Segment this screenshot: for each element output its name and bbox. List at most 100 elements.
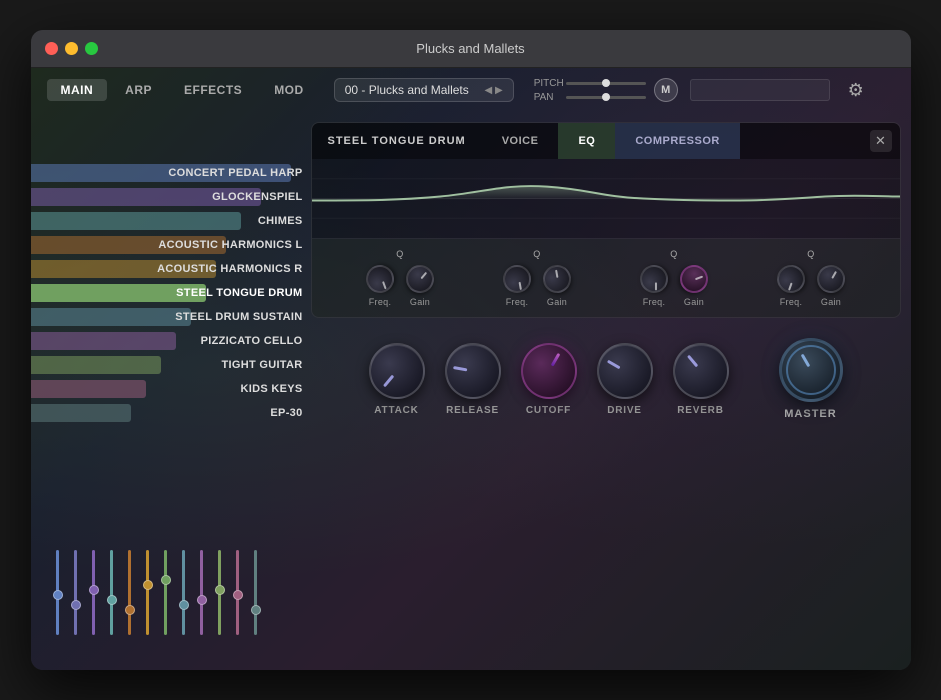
freq-knob[interactable] — [772, 260, 810, 298]
master-label: MASTER — [784, 408, 836, 420]
freq-label: Freq. — [506, 297, 529, 307]
release-knob[interactable] — [445, 343, 501, 399]
main-content: MAIN ARP EFFECTS MOD 00 - Plucks and Mal… — [31, 68, 911, 670]
eq-curve-area — [312, 159, 900, 239]
bottom-controls: ATTACK RELEASE CUTOFF DRIVE REVERB MASTER — [311, 328, 901, 430]
instrument-item-chimes[interactable]: CHIMES — [31, 210, 311, 232]
instrument-name: GLOCKENSPIEL — [212, 191, 302, 203]
preset-navigation-arrows: ◀ ▶ — [485, 85, 503, 96]
instrument-item-concert-pedal-harp[interactable]: CONCERT PEDAL HARP — [31, 162, 311, 184]
instrument-list: CONCERT PEDAL HARP GLOCKENSPIEL CHIMES ACOU… — [31, 112, 311, 670]
main-window: Plucks and Mallets MAIN ARP EFFECTS MOD … — [31, 30, 911, 670]
freq-col: Freq. — [366, 265, 394, 307]
eq-band-1: Q Freq. Gain — [366, 249, 434, 307]
macro-group-reverb: REVERB — [673, 343, 729, 416]
settings-button[interactable]: ⚙ — [842, 76, 870, 104]
macro-group-cutoff: CUTOFF — [521, 343, 577, 416]
m-button[interactable]: M — [654, 78, 678, 102]
freq-knob[interactable] — [503, 265, 531, 293]
instrument-item-acoustic-harmonics-l[interactable]: ACOUSTIC HARMONICS L — [31, 234, 311, 256]
body-area: CONCERT PEDAL HARP GLOCKENSPIEL CHIMES ACOU… — [31, 112, 911, 670]
reverb-knob[interactable] — [673, 343, 729, 399]
tab-mod[interactable]: MOD — [260, 79, 318, 101]
knob-row: Freq. Gain — [777, 265, 845, 307]
instrument-item-steel-tongue-drum[interactable]: STEEL TONGUE DRUM — [31, 282, 311, 304]
knob-row: Freq. Gain — [503, 265, 571, 307]
preset-name: 00 - Plucks and Mallets — [345, 83, 469, 97]
pan-row: PAN — [534, 92, 646, 103]
cutoff-knob[interactable] — [521, 343, 577, 399]
freq-knob[interactable] — [364, 263, 396, 295]
eq-band-3: Q Freq. Gain — [640, 249, 708, 307]
freq-label: Freq. — [643, 297, 666, 307]
name-display — [690, 79, 830, 101]
right-panel: STEEL TONGUE DRUM VOICE EQ COMPRESSOR ✕ — [311, 112, 911, 670]
freq-knob[interactable] — [638, 263, 670, 295]
cutoff-label: CUTOFF — [526, 405, 571, 416]
gain-knob[interactable] — [402, 261, 438, 297]
instrument-name: KIDS KEYS — [241, 383, 303, 395]
gain-col: Gain — [406, 265, 434, 307]
tab-compressor[interactable]: COMPRESSOR — [615, 123, 739, 159]
gain-label: Gain — [547, 297, 567, 307]
q-label: Q — [533, 249, 541, 259]
instrument-item-acoustic-harmonics-r[interactable]: ACOUSTIC HARMONICS R — [31, 258, 311, 280]
drive-knob[interactable] — [597, 343, 653, 399]
instrument-name: TIGHT GUITAR — [222, 359, 303, 371]
instrument-name: CONCERT PEDAL HARP — [168, 167, 302, 179]
pitch-row: PITCH — [534, 78, 646, 89]
pitch-label: PITCH — [534, 78, 560, 89]
instrument-name: STEEL TONGUE DRUM — [176, 287, 302, 299]
attack-label: ATTACK — [374, 405, 418, 416]
preset-selector[interactable]: 00 - Plucks and Mallets ◀ ▶ — [334, 78, 514, 102]
instrument-name: PIZZICATO CELLO — [201, 335, 303, 347]
eq-close-button[interactable]: ✕ — [870, 130, 892, 152]
master-knob[interactable] — [779, 338, 843, 402]
pan-slider[interactable] — [566, 96, 646, 99]
instrument-item-tight-guitar[interactable]: TIGHT GUITAR — [31, 354, 311, 376]
gain-knob[interactable] — [674, 259, 713, 298]
gain-knob[interactable] — [538, 260, 576, 298]
gain-col: Gain — [680, 265, 708, 307]
master-knob-inner — [786, 345, 836, 395]
pitch-slider[interactable] — [566, 82, 646, 85]
knob-row: Freq. Gain — [640, 265, 708, 307]
close-button[interactable] — [45, 42, 58, 55]
instrument-item-ep-30[interactable]: EP-30 — [31, 402, 311, 424]
titlebar: Plucks and Mallets — [31, 30, 911, 68]
freq-col: Freq. — [640, 265, 668, 307]
instrument-item-kids-keys[interactable]: KIDS KEYS — [31, 378, 311, 400]
instrument-item-glockenspiel[interactable]: GLOCKENSPIEL — [31, 186, 311, 208]
knob-row: Freq. Gain — [366, 265, 434, 307]
tab-voice[interactable]: VOICE — [482, 123, 559, 159]
freq-col: Freq. — [777, 265, 805, 307]
tab-effects[interactable]: EFFECTS — [170, 79, 256, 101]
instrument-name: STEEL DRUM SUSTAIN — [175, 311, 302, 323]
tab-main[interactable]: MAIN — [47, 79, 108, 101]
macro-group-release: RELEASE — [445, 343, 501, 416]
instrument-item-pizzicato-cello[interactable]: PIZZICATO CELLO — [31, 330, 311, 352]
maximize-button[interactable] — [85, 42, 98, 55]
instrument-item-steel-drum-sustain[interactable]: STEEL DRUM SUSTAIN — [31, 306, 311, 328]
eq-panel: STEEL TONGUE DRUM VOICE EQ COMPRESSOR ✕ — [311, 122, 901, 318]
window-title: Plucks and Mallets — [416, 41, 524, 56]
instrument-name: CHIMES — [258, 215, 303, 227]
eq-panel-title: STEEL TONGUE DRUM — [312, 135, 482, 147]
gain-label: Gain — [410, 297, 430, 307]
freq-col: Freq. — [503, 265, 531, 307]
attack-knob[interactable] — [369, 343, 425, 399]
tab-arp[interactable]: ARP — [111, 79, 166, 101]
gain-label: Gain — [821, 297, 841, 307]
freq-label: Freq. — [369, 297, 392, 307]
instrument-name: ACOUSTIC HARMONICS R — [157, 263, 302, 275]
tab-eq[interactable]: EQ — [558, 123, 615, 159]
reverb-label: REVERB — [677, 405, 723, 416]
gain-knob[interactable] — [815, 263, 847, 295]
drive-label: DRIVE — [607, 405, 642, 416]
pan-label: PAN — [534, 92, 560, 103]
instrument-name: ACOUSTIC HARMONICS L — [158, 239, 302, 251]
minimize-button[interactable] — [65, 42, 78, 55]
nav-bar: MAIN ARP EFFECTS MOD 00 - Plucks and Mal… — [31, 68, 911, 112]
gain-label: Gain — [684, 297, 704, 307]
eq-band-2: Q Freq. Gain — [503, 249, 571, 307]
